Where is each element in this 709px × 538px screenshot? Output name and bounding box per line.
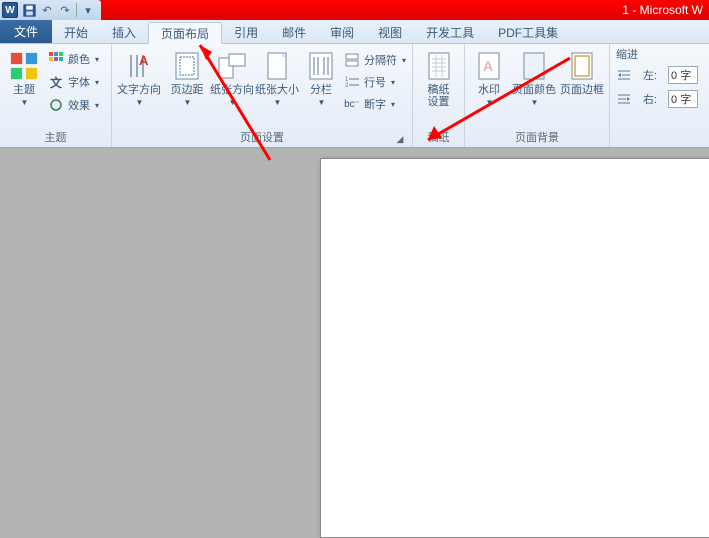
indent-right-input[interactable]: 0 字 <box>668 90 698 108</box>
tab-developer[interactable]: 开发工具 <box>414 21 486 43</box>
indent-right-icon <box>616 91 632 107</box>
indent-left-icon <box>616 67 632 83</box>
theme-colors-button[interactable]: 颜色▾ <box>46 48 101 70</box>
tab-page-layout[interactable]: 页面布局 <box>148 22 222 44</box>
theme-effects-button[interactable]: 效果▾ <box>46 94 101 116</box>
orientation-icon <box>216 50 248 82</box>
page-borders-button[interactable]: 页面边框 <box>559 46 605 96</box>
document-workspace[interactable] <box>0 148 709 500</box>
fonts-icon: 文 <box>48 74 64 90</box>
dropdown-icon: ▼ <box>21 98 29 107</box>
qat-separator <box>76 3 77 17</box>
group-background: A 水印▼ 页面颜色▼ 页面边框 页面背景 <box>465 44 610 147</box>
indent-title: 缩进 <box>616 46 638 62</box>
title-bar: W ↶ ↷ ▾ 1 - Microsoft W <box>0 0 709 20</box>
qat-customize-icon[interactable]: ▾ <box>81 3 95 17</box>
ribbon: 主题 ▼ 颜色▾ 文 字体▾ 效果▾ 主题 <box>0 44 709 148</box>
tab-pdf-tools[interactable]: PDF工具集 <box>486 21 570 43</box>
indent-right-label: 右: <box>643 91 664 107</box>
theme-fonts-button[interactable]: 文 字体▾ <box>46 71 101 93</box>
text-direction-icon: A <box>123 50 155 82</box>
columns-icon <box>305 50 337 82</box>
margins-icon <box>171 50 203 82</box>
group-paper: 稿纸 设置 稿纸 <box>413 44 465 147</box>
paper-icon <box>423 50 455 82</box>
themes-icon <box>8 50 40 82</box>
svg-text:A: A <box>139 53 149 68</box>
watermark-button[interactable]: A 水印▼ <box>469 46 509 107</box>
group-page-setup: A 文字方向▼ 页边距▼ 纸张方向▼ 纸张大小▼ 分栏▼ <box>112 44 413 147</box>
svg-text:2: 2 <box>345 83 349 89</box>
tab-review[interactable]: 审阅 <box>318 21 366 43</box>
line-numbers-icon: 12 <box>344 74 360 90</box>
save-icon[interactable] <box>22 3 36 17</box>
text-direction-button[interactable]: A 文字方向▼ <box>116 46 162 107</box>
undo-icon[interactable]: ↶ <box>40 3 54 17</box>
line-numbers-button[interactable]: 12 行号▾ <box>342 71 408 93</box>
ribbon-tabs: 文件 开始 插入 页面布局 引用 邮件 审阅 视图 开发工具 PDF工具集 <box>0 20 709 44</box>
page-color-icon <box>518 50 550 82</box>
group-theme-label: 主题 <box>4 127 107 147</box>
page-setup-launcher[interactable]: ◢ <box>394 133 406 145</box>
effects-icon <box>48 97 64 113</box>
group-page-setup-label: 页面设置 ◢ <box>116 127 408 147</box>
svg-text:A: A <box>483 58 493 74</box>
orientation-button[interactable]: 纸张方向▼ <box>212 46 252 107</box>
group-paper-label: 稿纸 <box>417 127 460 147</box>
themes-button[interactable]: 主题 ▼ <box>4 46 44 107</box>
size-icon <box>261 50 293 82</box>
hyphenation-button[interactable]: bc⁻ 断字▾ <box>342 93 408 115</box>
size-button[interactable]: 纸张大小▼ <box>254 46 300 107</box>
watermark-icon: A <box>473 50 505 82</box>
window-title: 1 - Microsoft W <box>622 3 703 17</box>
page-border-icon <box>566 50 598 82</box>
redo-icon[interactable]: ↷ <box>58 3 72 17</box>
breaks-icon <box>344 52 360 68</box>
tab-home[interactable]: 开始 <box>52 21 100 43</box>
paper-settings-button[interactable]: 稿纸 设置 <box>417 46 460 108</box>
indent-left-label: 左: <box>643 67 664 83</box>
group-indent: 缩进 左: 0 字 右: 0 字 <box>610 44 709 147</box>
margins-button[interactable]: 页边距▼ <box>164 46 210 107</box>
colors-icon <box>48 51 64 67</box>
document-page[interactable] <box>320 158 709 538</box>
quick-access-toolbar: W ↶ ↷ ▾ <box>0 0 101 20</box>
group-background-label: 页面背景 <box>469 127 605 147</box>
word-app-icon[interactable]: W <box>2 2 18 18</box>
tab-insert[interactable]: 插入 <box>100 21 148 43</box>
columns-button[interactable]: 分栏▼ <box>302 46 340 107</box>
page-color-button[interactable]: 页面颜色▼ <box>511 46 557 107</box>
tab-references[interactable]: 引用 <box>222 21 270 43</box>
indent-left-input[interactable]: 0 字 <box>668 66 698 84</box>
group-theme: 主题 ▼ 颜色▾ 文 字体▾ 效果▾ 主题 <box>0 44 112 147</box>
tab-file[interactable]: 文件 <box>0 19 52 43</box>
tab-file-label: 文件 <box>14 23 38 40</box>
hyphenation-icon: bc⁻ <box>344 96 360 112</box>
tab-view[interactable]: 视图 <box>366 21 414 43</box>
tab-mailings[interactable]: 邮件 <box>270 21 318 43</box>
breaks-button[interactable]: 分隔符▾ <box>342 49 408 71</box>
